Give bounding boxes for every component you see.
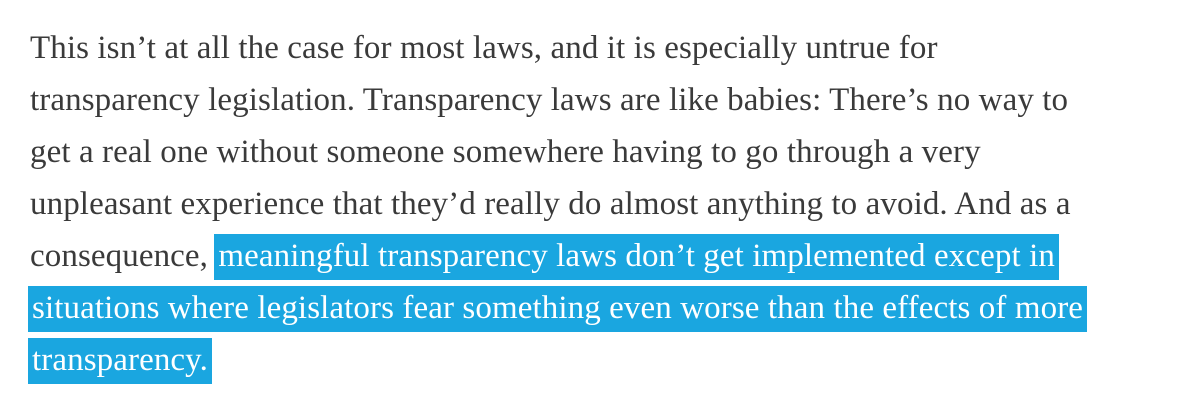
- highlighted-text-3[interactable]: transparency.: [28, 338, 212, 384]
- text-line-5-plain: consequence,: [30, 238, 209, 274]
- text-line-2: transparency legislation. Transparency l…: [30, 82, 1069, 118]
- highlighted-text-2[interactable]: situations where legislators fear someth…: [28, 286, 1088, 332]
- text-line-3: get a real one without someone somewhere…: [30, 134, 981, 170]
- highlighted-text-1[interactable]: meaningful transparency laws don’t get i…: [214, 234, 1059, 280]
- text-line-4: unpleasant experience that they’d really…: [30, 186, 1071, 222]
- article-paragraph: This isn’t at all the case for most laws…: [28, 22, 1180, 386]
- text-line-1: This isn’t at all the case for most laws…: [30, 30, 938, 66]
- text-line-6: situations where legislators fear someth…: [28, 282, 1180, 334]
- text-line-5: consequence, meaningful transparency law…: [30, 230, 1180, 282]
- text-line-7: transparency.: [28, 334, 1180, 386]
